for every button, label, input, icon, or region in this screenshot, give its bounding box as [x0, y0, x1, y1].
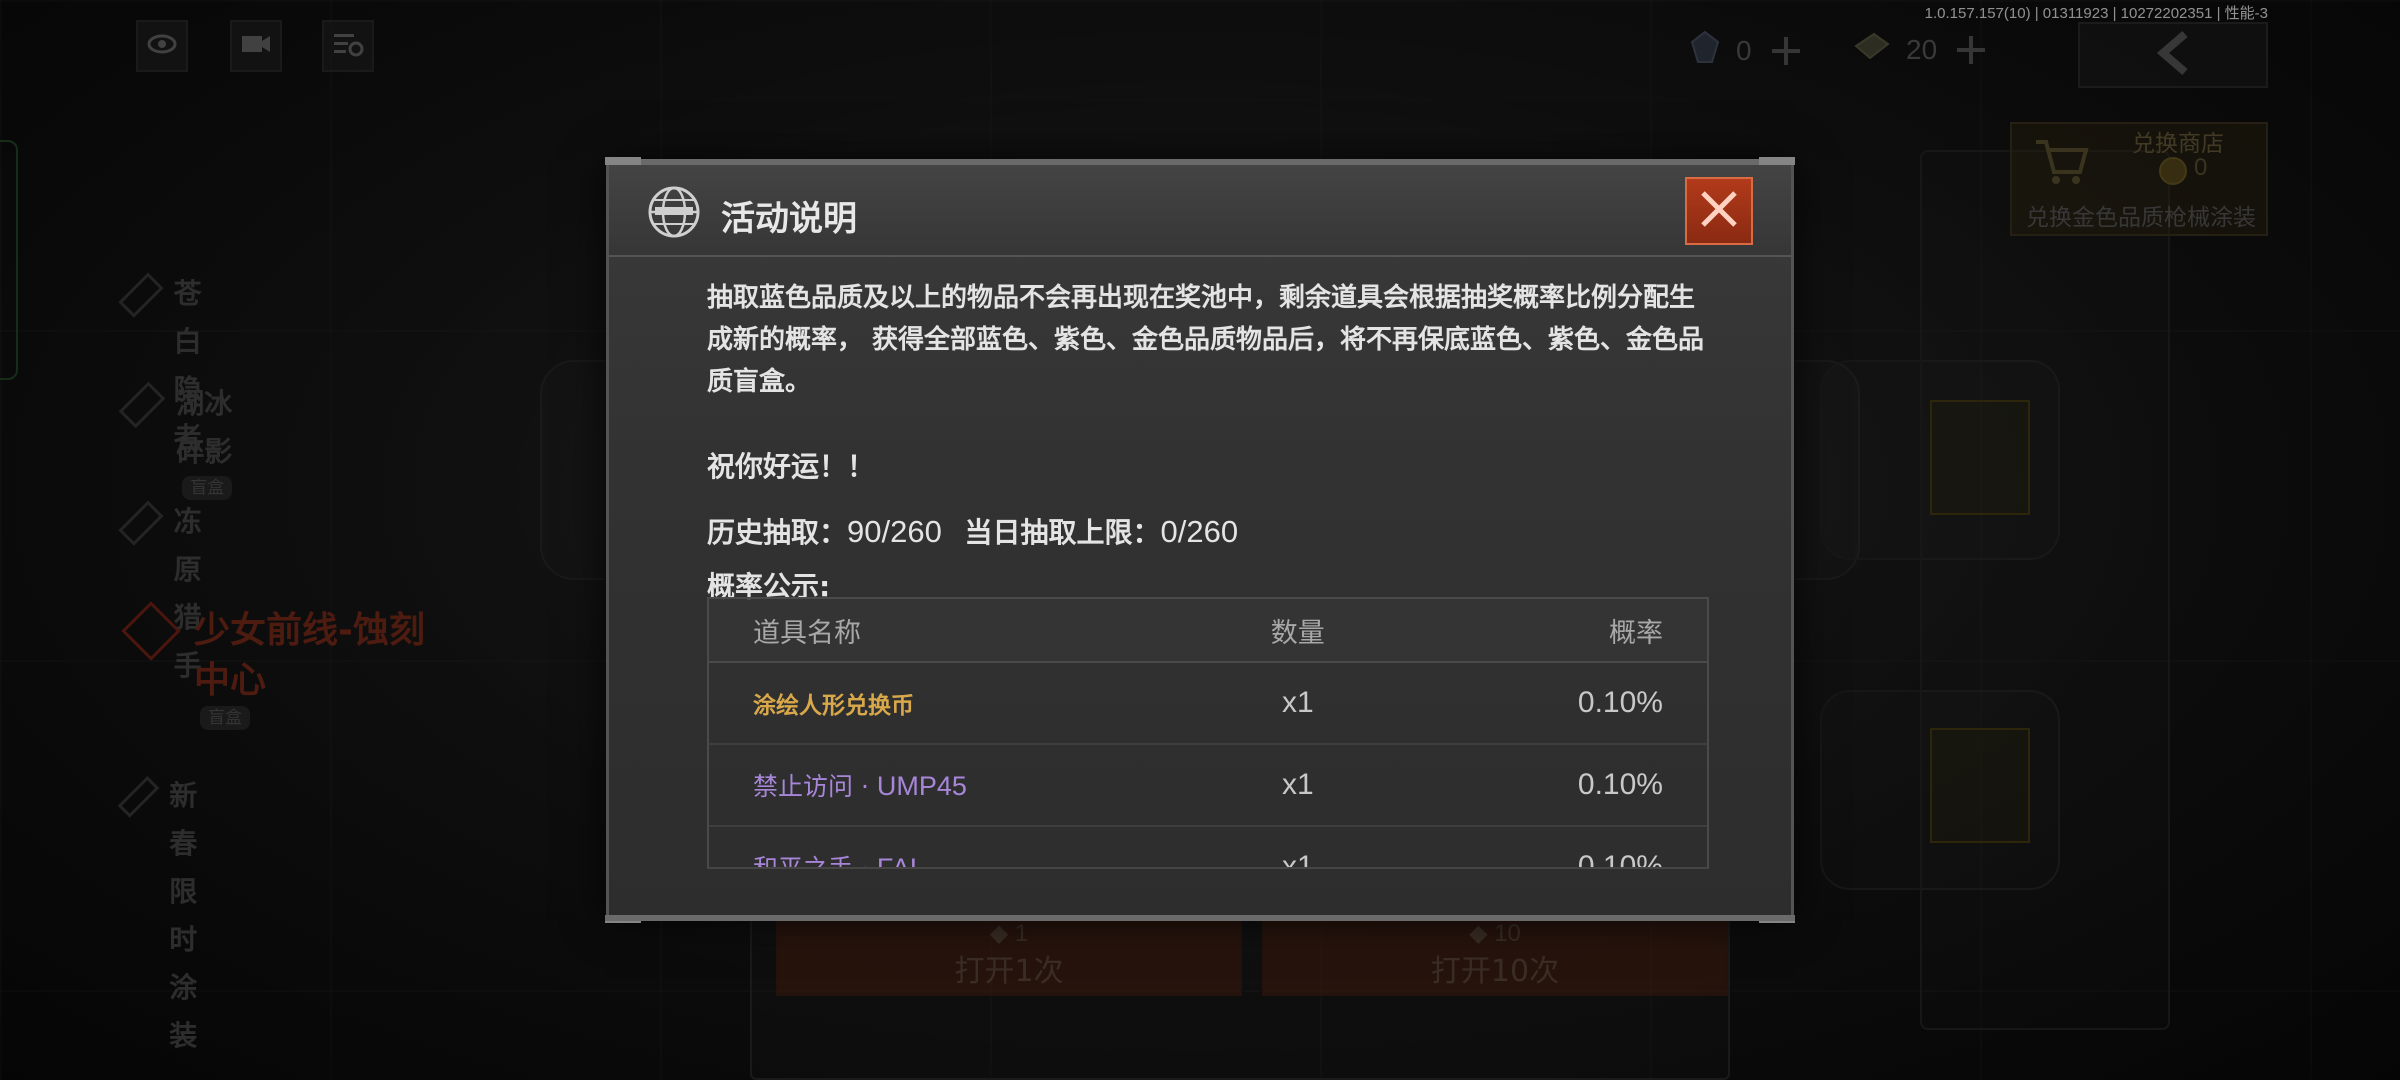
good-luck-text: 祝你好运！！	[707, 450, 876, 483]
dialog-body: 抽取蓝色品质及以上的物品不会再出现在奖池中，剩余道具会根据抽奖概率比例分配生成新…	[707, 277, 1717, 605]
item-quantity: x1	[1281, 686, 1314, 719]
item-probability: 0.10%	[1577, 850, 1663, 867]
header-item-name: 道具名称	[753, 617, 861, 649]
close-button[interactable]	[1685, 177, 1753, 245]
probability-table[interactable]: 道具名称 数量 概率 涂绘人形兑换币 x1 0.10% 禁止访问 · UMP45…	[707, 597, 1709, 867]
corner-accent	[1759, 915, 1795, 923]
daily-limit-value: 0/260	[1160, 514, 1239, 549]
dialog-title: 活动说明	[721, 199, 857, 239]
close-icon	[1697, 187, 1741, 235]
item-name: 涂绘人形兑换币	[753, 693, 914, 719]
history-label: 历史抽取：	[707, 516, 848, 549]
item-name: 禁止访问 · UMP45	[753, 771, 967, 801]
table-header: 道具名称 数量 概率	[709, 599, 1707, 663]
history-value: 90/260	[847, 514, 942, 549]
table-row: 禁止访问 · UMP45 x1 0.10%	[709, 745, 1707, 827]
activity-info-dialog: 活动说明 抽取蓝色品质及以上的物品不会再出现在奖池中，剩余道具会根据抽奖概率比例…	[605, 157, 1795, 923]
item-probability: 0.10%	[1577, 768, 1663, 801]
item-name: 和平之手 · FAL	[709, 849, 1178, 867]
item-quantity: x1	[1281, 850, 1314, 867]
table-row: 和平之手 · FAL x1 0.10%	[709, 827, 1707, 867]
table-bottom-edge	[707, 867, 1709, 869]
corner-accent	[1759, 157, 1795, 165]
dialog-header: 活动说明	[609, 165, 1791, 257]
activity-description: 抽取蓝色品质及以上的物品不会再出现在奖池中，剩余道具会根据抽奖概率比例分配生成新…	[707, 283, 1705, 397]
corner-accent	[605, 915, 641, 923]
item-probability: 0.10%	[1577, 686, 1663, 719]
globe-icon	[647, 185, 701, 239]
header-probability: 概率	[1608, 617, 1663, 649]
item-quantity: x1	[1281, 768, 1314, 801]
draw-stats: 历史抽取：90/260 当日抽取上限：0/260	[707, 511, 1717, 551]
table-row: 涂绘人形兑换币 x1 0.10%	[709, 663, 1707, 745]
corner-accent	[605, 157, 641, 165]
header-quantity: 数量	[1270, 617, 1325, 649]
daily-limit-label: 当日抽取上限：	[964, 516, 1161, 549]
